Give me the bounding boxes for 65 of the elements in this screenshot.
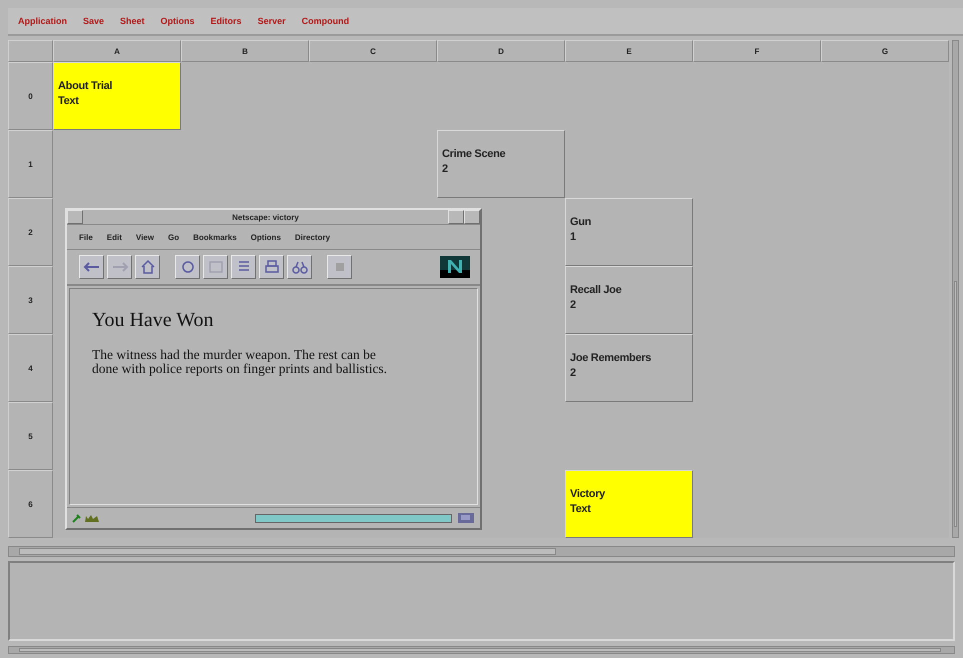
menu-item[interactable]: Sheet: [120, 16, 145, 26]
menu-item[interactable]: Edit: [106, 232, 122, 242]
horizontal-scrollbar[interactable]: [8, 646, 955, 654]
window-title: Netscape: victory: [231, 212, 300, 222]
arrow-icon: [112, 262, 128, 272]
cell-card[interactable]: Gun 1: [565, 198, 693, 266]
document-icon: [238, 261, 250, 271]
text-area[interactable]: [8, 561, 955, 641]
stop-icon: [336, 263, 344, 271]
binoculars-icon: [292, 261, 308, 274]
reload-icon: [182, 261, 194, 273]
page-paragraph: The witness had the murder weapon. The rest can be done with police reports on finger prints and ballistics.: [92, 348, 388, 376]
home-icon: [140, 260, 154, 274]
menu-item[interactable]: View: [136, 232, 154, 242]
mail-icon[interactable]: [456, 512, 476, 524]
arrow-icon: [83, 262, 100, 272]
maximize-button[interactable]: [464, 210, 480, 224]
toolbar-button[interactable]: [287, 255, 312, 279]
cell-card[interactable]: Recall Joe 2: [565, 266, 693, 334]
menu-item[interactable]: Bookmarks: [193, 232, 237, 242]
row-header[interactable]: 3: [8, 266, 53, 334]
row-header[interactable]: 6: [8, 470, 53, 538]
window-menu-button[interactable]: [67, 210, 83, 224]
menu-item[interactable]: File: [79, 232, 93, 242]
row-header[interactable]: 0: [8, 62, 53, 130]
column-header[interactable]: E: [565, 40, 693, 62]
toolbar-button[interactable]: [107, 255, 132, 279]
column-header[interactable]: B: [181, 40, 309, 62]
toolbar-button[interactable]: [175, 255, 200, 279]
page-heading: You Have Won: [92, 309, 215, 332]
vertical-scrollbar[interactable]: [952, 40, 959, 538]
menu-item[interactable]: Server: [258, 16, 286, 26]
cell-card[interactable]: About Trial Text: [53, 62, 181, 130]
menu-item[interactable]: Options: [160, 16, 195, 26]
minimize-button[interactable]: [448, 210, 464, 224]
row-header[interactable]: 1: [8, 130, 53, 198]
toolbar-button[interactable]: [135, 255, 160, 279]
toolbar-button[interactable]: [259, 255, 284, 279]
menu-item[interactable]: Options: [250, 232, 281, 242]
row-header[interactable]: 4: [8, 334, 53, 402]
column-header[interactable]: C: [309, 40, 437, 62]
cell-card[interactable]: Crime Scene 2: [437, 130, 565, 198]
menu-item[interactable]: Editors: [210, 16, 242, 26]
cell-card[interactable]: Joe Remembers 2: [565, 334, 693, 402]
toolbar-button[interactable]: [203, 255, 228, 279]
corner-header[interactable]: [8, 40, 53, 62]
horizontal-scrollbar[interactable]: [8, 546, 955, 557]
column-header[interactable]: G: [821, 40, 949, 62]
column-header[interactable]: D: [437, 40, 565, 62]
menu-item[interactable]: Go: [168, 232, 180, 242]
toolbar-button[interactable]: [231, 255, 256, 279]
row-header[interactable]: 5: [8, 402, 53, 470]
menu-item[interactable]: Save: [83, 16, 104, 26]
toolbar-button[interactable]: [79, 255, 104, 279]
column-header[interactable]: A: [53, 40, 181, 62]
printer-icon: [264, 260, 278, 273]
menu-item[interactable]: Compound: [302, 16, 350, 26]
image-icon: [208, 261, 222, 273]
menu-item[interactable]: Directory: [294, 232, 330, 242]
cell-card[interactable]: Victory Text: [565, 470, 693, 538]
column-header[interactable]: F: [693, 40, 821, 62]
row-header[interactable]: 2: [8, 198, 53, 266]
toolbar-button[interactable]: [327, 255, 352, 279]
menu-item[interactable]: Application: [18, 16, 67, 26]
logo-icon: [440, 256, 470, 278]
